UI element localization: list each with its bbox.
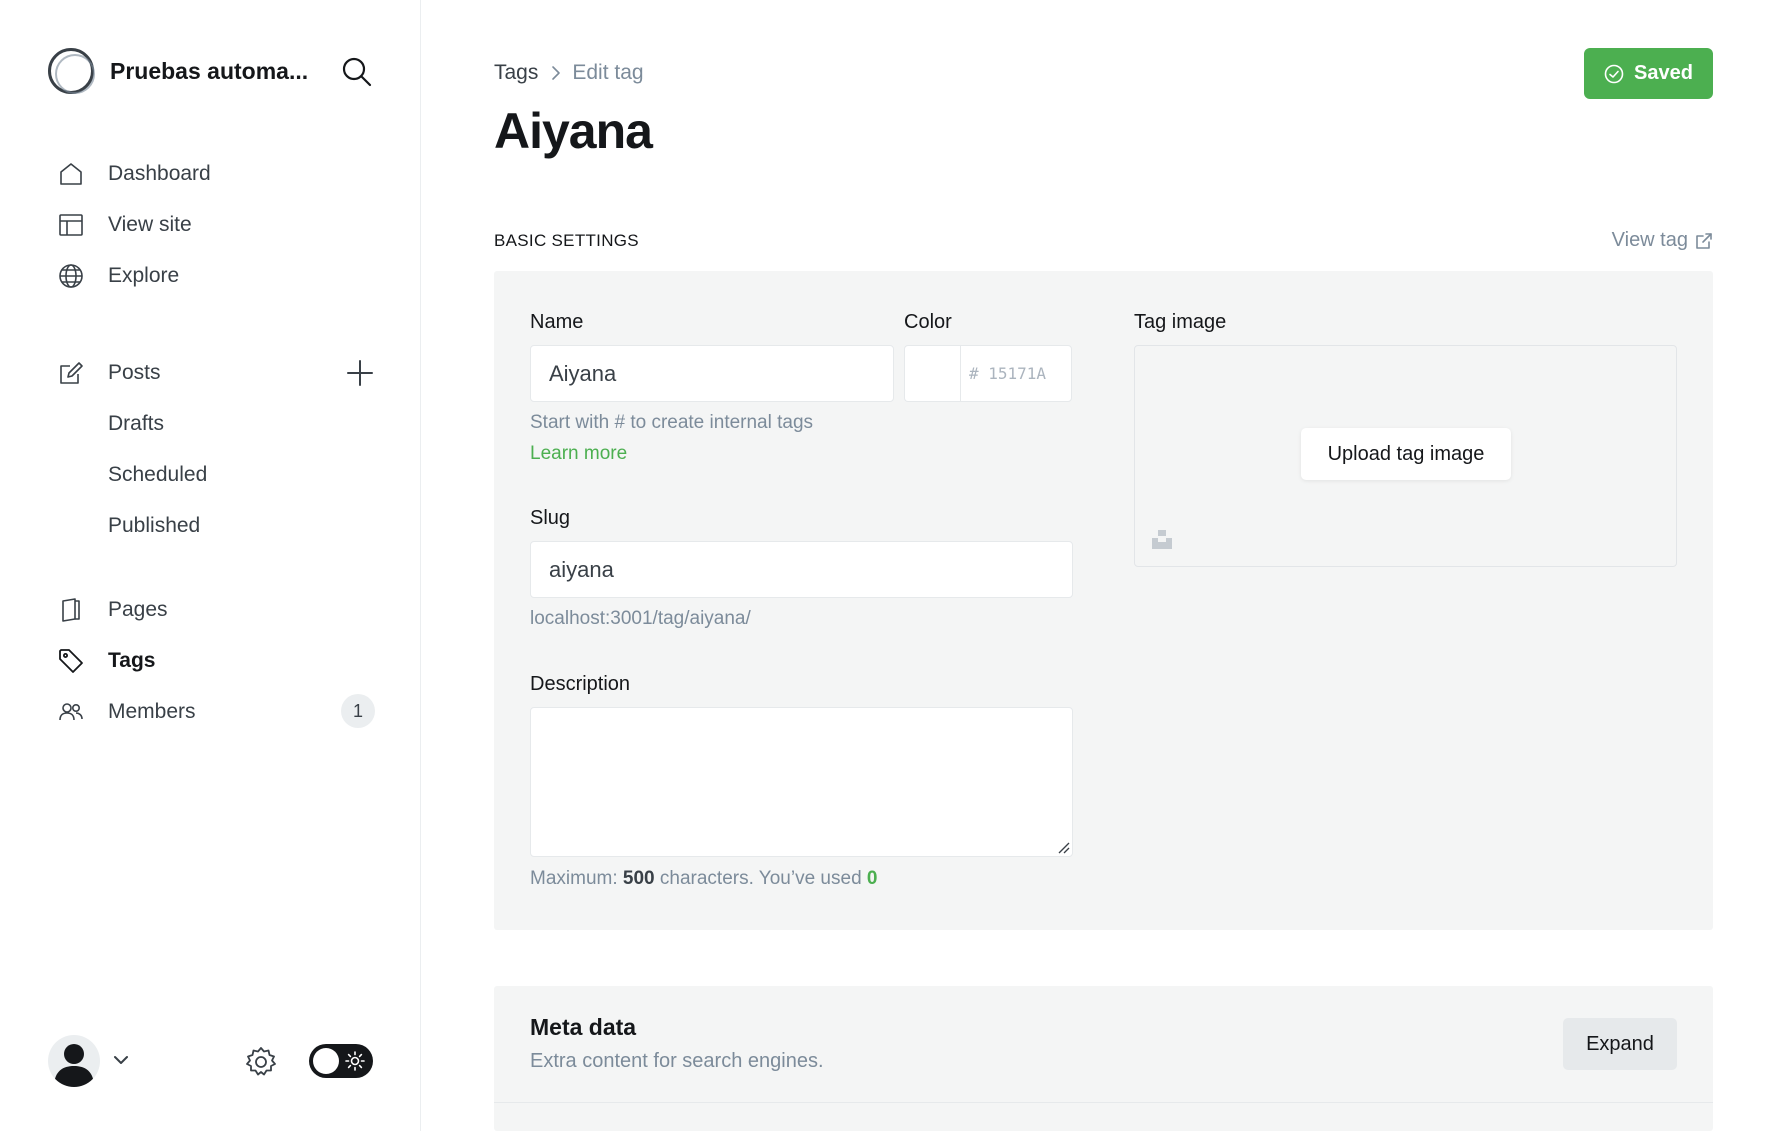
sidebar-item-view-site[interactable]: View site — [0, 199, 421, 250]
section-title: BASIC SETTINGS — [494, 231, 639, 250]
content-nav: Pages Tags Members 1 — [0, 584, 421, 737]
edit-icon — [58, 360, 84, 386]
primary-nav: Dashboard View site Explore — [0, 148, 421, 301]
expand-button[interactable]: Expand — [1563, 1018, 1677, 1070]
description-textarea[interactable] — [530, 707, 1073, 857]
globe-icon — [58, 263, 84, 289]
site-name: Pruebas automa... — [110, 57, 309, 84]
counter-mid: characters. You’ve used — [654, 868, 867, 889]
page-title: Aiyana — [494, 103, 653, 159]
theme-toggle[interactable] — [309, 1044, 373, 1078]
name-label: Name — [530, 311, 584, 333]
divider — [494, 1102, 1713, 1103]
meta-data-subtitle: Extra content for search engines. — [530, 1050, 824, 1072]
slug-label: Slug — [530, 507, 571, 529]
color-swatch[interactable] — [904, 345, 961, 402]
tag-image-label: Tag image — [1134, 311, 1227, 333]
breadcrumb-current: Edit tag — [572, 61, 644, 84]
upload-tag-image-button[interactable]: Upload tag image — [1301, 428, 1511, 480]
basic-settings-panel: Name Aiyana Start with # to create inter… — [494, 271, 1713, 930]
resize-handle-icon[interactable] — [1056, 840, 1070, 854]
color-input[interactable]: # 15171A — [960, 345, 1072, 402]
view-tag-label: View tag — [1611, 229, 1688, 251]
sidebar-item-label: Pages — [108, 597, 168, 621]
sidebar-item-label: Tags — [108, 648, 156, 672]
description-label: Description — [530, 673, 631, 695]
sidebar-item-explore[interactable]: Explore — [0, 250, 421, 301]
sidebar-item-members[interactable]: Members 1 — [0, 686, 421, 737]
tag-icon — [58, 648, 84, 674]
sidebar-footer — [48, 1035, 378, 1087]
slug-input[interactable]: aiyana — [530, 541, 1073, 598]
posts-nav: Posts Drafts Scheduled Published — [0, 347, 421, 551]
members-count-badge: 1 — [341, 694, 375, 728]
tag-image-dropzone[interactable]: Upload tag image — [1134, 345, 1677, 567]
counter-used: 0 — [866, 868, 878, 889]
chevron-down-icon[interactable] — [110, 1049, 132, 1071]
sidebar-item-label: Members — [108, 699, 196, 723]
meta-data-title: Meta data — [530, 1014, 637, 1040]
breadcrumb: Tags Edit tag — [494, 61, 644, 85]
sidebar-item-drafts[interactable]: Drafts — [0, 398, 421, 449]
saved-button-label: Saved — [1634, 62, 1693, 84]
sidebar-item-label: Drafts — [108, 411, 165, 435]
meta-data-panel: Meta data Extra content for search engin… — [494, 986, 1713, 1131]
gear-icon[interactable] — [244, 1045, 278, 1079]
breadcrumb-tags-link[interactable]: Tags — [494, 61, 538, 85]
view-tag-link[interactable]: View tag — [1612, 229, 1713, 252]
sidebar-item-dashboard[interactable]: Dashboard — [0, 148, 421, 199]
sun-icon — [345, 1051, 365, 1071]
saved-button[interactable]: Saved — [1584, 48, 1713, 99]
search-icon[interactable] — [340, 55, 374, 89]
page-icon — [58, 597, 84, 623]
main-content: Tags Edit tag Aiyana Saved BASIC SETTING… — [494, 0, 1713, 1131]
sidebar-item-label: Explore — [108, 263, 180, 287]
slug-url: localhost:3001/tag/aiyana/ — [530, 608, 751, 629]
sidebar-item-label: Published — [108, 513, 201, 537]
sidebar-item-label: Posts — [108, 360, 161, 384]
sidebar-item-tags[interactable]: Tags — [0, 635, 421, 686]
sidebar-item-label: Scheduled — [108, 462, 208, 486]
site-brand[interactable]: Pruebas automa... — [48, 48, 315, 94]
unsplash-icon[interactable] — [1151, 528, 1173, 550]
sidebar: Pruebas automa... Dashboard View site Ex… — [0, 0, 421, 1131]
home-icon — [58, 161, 84, 187]
members-icon — [58, 699, 84, 725]
sidebar-item-posts[interactable]: Posts — [0, 347, 421, 398]
name-hint: Start with # to create internal tags — [530, 412, 814, 433]
check-circle-icon — [1604, 64, 1624, 84]
description-counter: Maximum: 500 characters. You’ve used 0 — [530, 868, 878, 890]
site-logo — [48, 48, 95, 94]
external-link-icon — [1695, 232, 1713, 250]
sidebar-item-pages[interactable]: Pages — [0, 584, 421, 635]
sidebar-item-published[interactable]: Published — [0, 500, 421, 551]
layout-icon — [58, 212, 84, 238]
counter-max: 500 — [622, 868, 655, 889]
name-input[interactable]: Aiyana — [530, 345, 894, 402]
sidebar-item-label: Dashboard — [108, 161, 211, 185]
sidebar-item-label: View site — [108, 212, 192, 236]
chevron-right-icon — [547, 64, 565, 82]
learn-more-link[interactable]: Learn more — [530, 443, 627, 465]
toggle-knob — [313, 1048, 339, 1074]
sidebar-item-scheduled[interactable]: Scheduled — [0, 449, 421, 500]
color-label: Color — [904, 311, 952, 333]
avatar[interactable] — [48, 1035, 100, 1087]
new-post-plus-icon[interactable] — [346, 359, 374, 387]
counter-prefix: Maximum: — [530, 868, 623, 889]
